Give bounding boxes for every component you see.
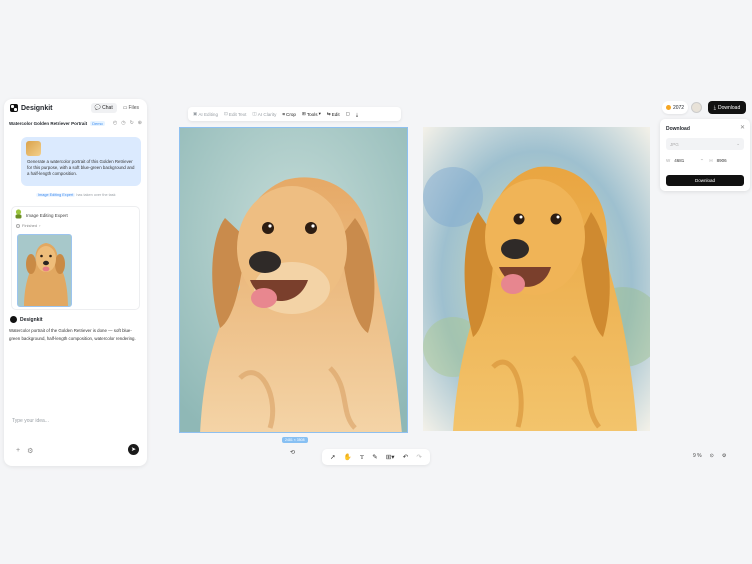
- coin-icon: [665, 105, 671, 110]
- ai-edit-icon: ▣: [193, 111, 198, 116]
- chevron-down-icon: ▾: [318, 111, 321, 116]
- toolbar-download[interactable]: ⤓: [356, 112, 358, 117]
- panel-tabs: 💬 Chat ▭ Files: [90, 103, 143, 113]
- header-download-button[interactable]: ⤓ Download: [708, 101, 746, 114]
- toolbar-crop[interactable]: ⌗ Crop: [282, 112, 296, 117]
- image-size-badge: 2481 × 3508: [282, 437, 308, 443]
- tab-files[interactable]: ▭ Files: [119, 103, 143, 113]
- input-tools: + ⚙: [16, 447, 33, 455]
- width-field[interactable]: W 4681: [666, 157, 701, 163]
- download-icon: ⤓: [356, 111, 359, 117]
- credits-value: 2072: [672, 104, 685, 111]
- settings-icon[interactable]: ⚙: [722, 453, 726, 459]
- clock-icon[interactable]: ◷: [121, 120, 125, 126]
- shape-icon[interactable]: ⊞▾: [386, 453, 395, 461]
- chevron-right-icon[interactable]: ›: [39, 223, 40, 228]
- expert-avatar-icon: [15, 209, 22, 219]
- history-icon[interactable]: ◴: [113, 120, 117, 126]
- download-panel-title: Download: [666, 126, 690, 132]
- pen-icon[interactable]: ✎: [372, 453, 377, 461]
- dimension-fields: W 4681 ⌁ H 8906: [666, 157, 744, 163]
- settings-icon[interactable]: ⚙: [27, 447, 33, 455]
- image-toolbar: ▣ AI Editing ⊡ Edit Text ◫ AI Clarity ⌗ Crop…: [188, 107, 401, 121]
- toolbar-ai-editing[interactable]: ▣ AI Editing: [193, 111, 218, 117]
- zoom-controls: 9 % ⊙ ⚙: [693, 453, 726, 459]
- height-field[interactable]: H 8906: [709, 157, 744, 163]
- designkit-logo-icon: [10, 104, 18, 112]
- edit-icon: ⇆: [326, 111, 331, 116]
- chevron-down-icon: ⌄: [736, 141, 740, 146]
- ai-reply-text: Watercolor portrait of the Golden Retrie…: [9, 328, 136, 341]
- download-panel: Download ✕ JPG ⌄ W 4681 ⌁ H 8906 Download: [660, 119, 750, 191]
- result-thumbnail[interactable]: [17, 234, 72, 307]
- text-icon: ⊡: [224, 111, 228, 116]
- hand-icon[interactable]: ✋: [344, 453, 352, 461]
- download-confirm-button[interactable]: Download: [666, 175, 744, 186]
- zoom-level[interactable]: 9 %: [693, 453, 702, 459]
- toolbar-edit[interactable]: ⇆ Edit: [327, 111, 340, 117]
- canvas-image-selected[interactable]: [179, 127, 408, 433]
- undo-icon[interactable]: ↶: [403, 453, 408, 461]
- user-message-text: Generate a watercolor portrait of this G…: [27, 159, 135, 176]
- handoff-text: has taken over the task: [76, 193, 116, 197]
- user-avatar[interactable]: [691, 102, 702, 113]
- user-message: Generate a watercolor portrait of this G…: [21, 137, 141, 186]
- link-icon[interactable]: ⌁: [701, 157, 704, 163]
- plus-icon[interactable]: +: [16, 447, 20, 455]
- status-circle-icon: [16, 223, 20, 228]
- app-name: Designkit: [21, 104, 53, 112]
- format-select[interactable]: JPG ⌄: [666, 138, 744, 150]
- expert-status: Finished ›: [16, 223, 40, 228]
- attached-photo-thumbnail[interactable]: [26, 141, 41, 156]
- refresh-icon[interactable]: ↻: [130, 120, 134, 126]
- rotate-icon[interactable]: ⟲: [290, 449, 295, 456]
- close-icon[interactable]: ✕: [740, 124, 745, 131]
- credits-badge[interactable]: 2072: [662, 101, 688, 114]
- conversation-title: Watercolor Golden Retriever Portrait: [9, 120, 88, 126]
- expert-name: Image Editing Expert: [26, 213, 68, 218]
- toolbar-tools[interactable]: ⊞ Tools ▾: [302, 111, 321, 117]
- demo-badge: Demo: [90, 120, 105, 126]
- conversation-header: Watercolor Golden Retriever Portrait Dem…: [9, 120, 142, 126]
- ai-name: Designkit: [20, 316, 43, 323]
- expert-card: Image Editing Expert Finished ›: [11, 206, 140, 310]
- new-chat-icon[interactable]: ⊕: [138, 120, 142, 126]
- canvas-image-2[interactable]: [423, 127, 650, 431]
- watercolor-dog-image-1: [180, 128, 407, 432]
- designkit-avatar-icon: [10, 316, 17, 323]
- canvas-tools-bar: ➚ ✋ T ✎ ⊞▾ ↶ ↷: [322, 449, 430, 465]
- handoff-note: Image Editing Expert has taken over the …: [36, 193, 116, 197]
- watercolor-dog-image-2: [423, 127, 650, 431]
- fit-icon[interactable]: ⊙: [710, 453, 714, 459]
- tools-icon: ⊞: [301, 111, 306, 116]
- send-button[interactable]: ➤: [128, 444, 139, 455]
- crop-icon: ⌗: [282, 111, 285, 117]
- result-dog-image: [18, 235, 71, 306]
- download-icon: ⤓: [713, 104, 716, 111]
- chat-input[interactable]: Type your idea...: [12, 418, 49, 424]
- send-icon: ➤: [130, 447, 137, 453]
- brand: Designkit: [10, 104, 53, 112]
- toolbar-ai-clarity[interactable]: ◫ AI Clarity: [252, 111, 276, 117]
- expert-chip[interactable]: Image Editing Expert: [36, 193, 76, 197]
- text-tool-icon[interactable]: T: [360, 454, 364, 461]
- redo-icon[interactable]: ↷: [416, 453, 421, 461]
- toolbar-comment[interactable]: ▢: [346, 111, 350, 117]
- toolbar-edit-text[interactable]: ⊡ Edit Text: [224, 111, 246, 117]
- ai-reply-header: Designkit: [10, 316, 43, 323]
- clarity-icon: ◫: [252, 111, 257, 116]
- folder-icon: ▭: [122, 105, 128, 111]
- comment-icon: ▢: [345, 111, 350, 116]
- chat-icon: 💬: [94, 105, 102, 111]
- tab-chat[interactable]: 💬 Chat: [90, 103, 117, 113]
- select-cursor-icon[interactable]: ➚: [330, 453, 335, 461]
